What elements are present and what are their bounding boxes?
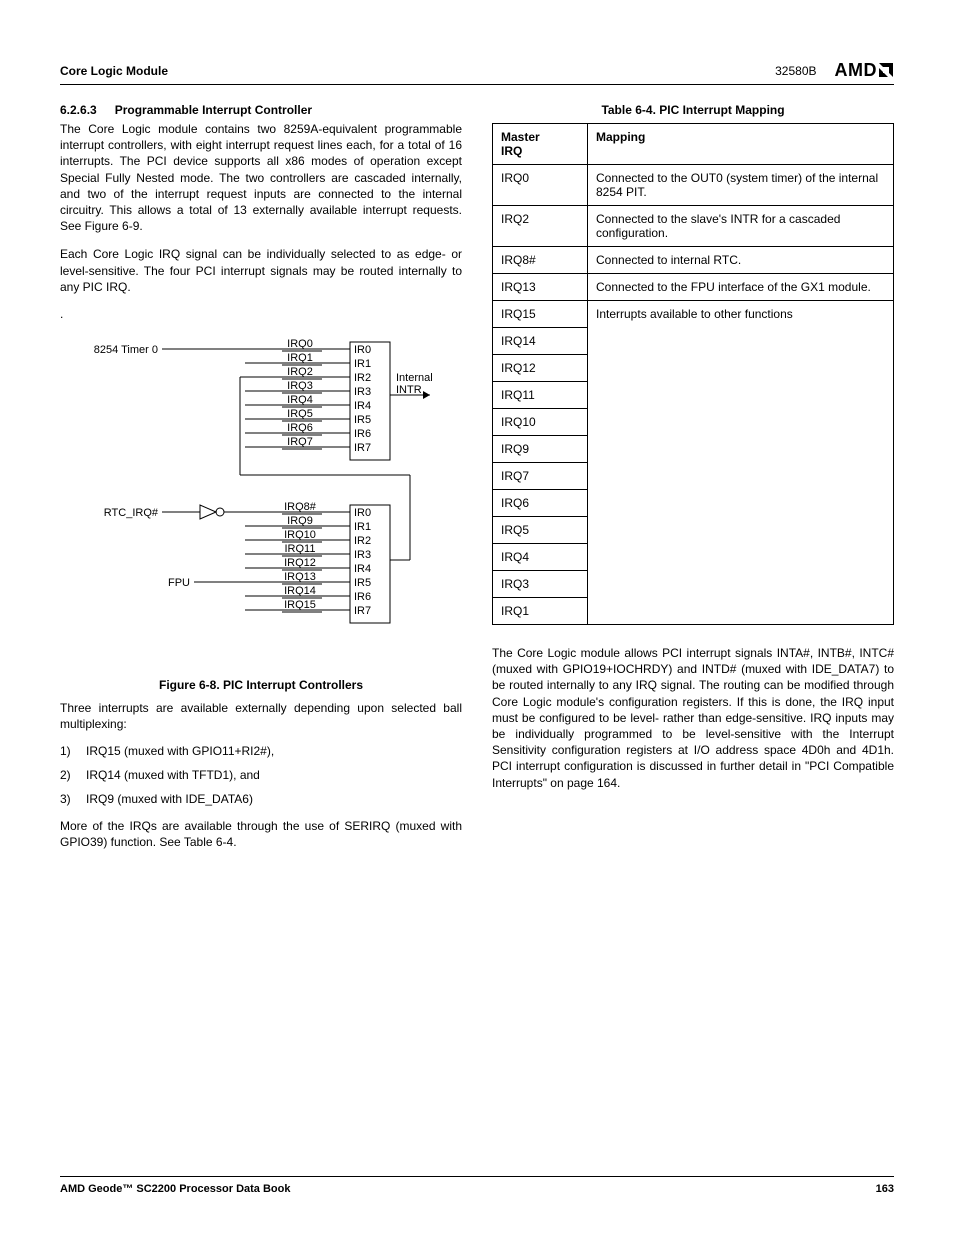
footer-page-number: 163 <box>876 1183 894 1195</box>
footer-book-title: AMD Geode™ SC2200 Processor Data Book <box>60 1183 290 1195</box>
list-item: 2)IRQ14 (muxed with TFTD1), and <box>60 768 462 782</box>
svg-text:IR1: IR1 <box>354 521 371 533</box>
table-cell-mapping: Interrupts available to other functions <box>588 301 894 625</box>
svg-text:IR2: IR2 <box>354 372 371 384</box>
svg-text:IR4: IR4 <box>354 563 371 575</box>
table-cell-irq: IRQ2 <box>493 206 588 247</box>
svg-text:IRQ12: IRQ12 <box>284 557 316 569</box>
pic-controllers-diagram: 8254 Timer 0 <box>60 335 440 655</box>
list-item: 1)IRQ15 (muxed with GPIO11+RI2#), <box>60 744 462 758</box>
table-caption: Table 6-4. PIC Interrupt Mapping <box>492 103 894 117</box>
table-cell-irq: IRQ10 <box>493 409 588 436</box>
table-header: Mapping <box>588 124 894 165</box>
table-cell-irq: IRQ13 <box>493 274 588 301</box>
figure-caption: Figure 6-8. PIC Interrupt Controllers <box>60 678 462 692</box>
section-number: 6.2.6.3 <box>60 103 97 117</box>
page-header: Core Logic Module 32580B AMD <box>60 60 894 85</box>
table-cell-mapping: Connected to the slave's INTR for a casc… <box>588 206 894 247</box>
svg-text:IRQ6: IRQ6 <box>287 422 313 434</box>
table-cell-mapping: Connected to the FPU interface of the GX… <box>588 274 894 301</box>
svg-text:IR3: IR3 <box>354 386 371 398</box>
svg-text:IRQ5: IRQ5 <box>287 408 313 420</box>
table-cell-irq: IRQ0 <box>493 165 588 206</box>
svg-text:IR4: IR4 <box>354 400 371 412</box>
table-cell-irq: IRQ12 <box>493 355 588 382</box>
svg-text:INTR: INTR <box>396 384 422 396</box>
svg-text:IRQ4: IRQ4 <box>287 394 313 406</box>
header-doc-number: 32580B <box>775 64 816 78</box>
paragraph: The Core Logic module allows PCI interru… <box>492 645 894 791</box>
amd-logo: AMD <box>835 60 895 81</box>
svg-text:IRQ3: IRQ3 <box>287 380 313 392</box>
svg-text:IR0: IR0 <box>354 344 371 356</box>
page-footer: AMD Geode™ SC2200 Processor Data Book 16… <box>60 1176 894 1195</box>
svg-text:IRQ10: IRQ10 <box>284 529 316 541</box>
paragraph: Three interrupts are available externall… <box>60 700 462 732</box>
paragraph: More of the IRQs are available through t… <box>60 818 462 850</box>
svg-text:IRQ1: IRQ1 <box>287 352 313 364</box>
header-section-title: Core Logic Module <box>60 64 168 78</box>
list-item: 3)IRQ9 (muxed with IDE_DATA6) <box>60 792 462 806</box>
paragraph: The Core Logic module contains two 8259A… <box>60 121 462 234</box>
table-cell-mapping: Connected to internal RTC. <box>588 247 894 274</box>
svg-text:8254 Timer 0: 8254 Timer 0 <box>94 344 158 356</box>
svg-text:IR7: IR7 <box>354 442 371 454</box>
table-cell-irq: IRQ6 <box>493 490 588 517</box>
svg-text:IR6: IR6 <box>354 591 371 603</box>
table-cell-irq: IRQ14 <box>493 328 588 355</box>
table-header: MasterIRQ <box>493 124 588 165</box>
svg-text:IR5: IR5 <box>354 414 371 426</box>
table-cell-irq: IRQ9 <box>493 436 588 463</box>
svg-text:IRQ13: IRQ13 <box>284 571 316 583</box>
table-cell-irq: IRQ7 <box>493 463 588 490</box>
table-cell-mapping: Connected to the OUT0 (system timer) of … <box>588 165 894 206</box>
table-cell-irq: IRQ3 <box>493 571 588 598</box>
table-cell-irq: IRQ11 <box>493 382 588 409</box>
svg-text:IRQ9: IRQ9 <box>287 515 313 527</box>
svg-text:IRQ15: IRQ15 <box>284 599 316 611</box>
section-title-text: Programmable Interrupt Controller <box>115 103 312 117</box>
svg-text:IRQ0: IRQ0 <box>287 338 313 350</box>
table-cell-irq: IRQ15 <box>493 301 588 328</box>
svg-text:FPU: FPU <box>168 577 190 589</box>
svg-text:RTC_IRQ#: RTC_IRQ# <box>104 507 159 519</box>
paragraph: Each Core Logic IRQ signal can be indivi… <box>60 246 462 295</box>
svg-text:IRQ14: IRQ14 <box>284 585 316 597</box>
table-cell-irq: IRQ1 <box>493 598 588 625</box>
svg-text:Internal: Internal <box>396 372 433 384</box>
numbered-list: 1)IRQ15 (muxed with GPIO11+RI2#), 2)IRQ1… <box>60 744 462 806</box>
table-cell-irq: IRQ4 <box>493 544 588 571</box>
svg-text:IR1: IR1 <box>354 358 371 370</box>
table-cell-irq: IRQ8# <box>493 247 588 274</box>
table-cell-irq: IRQ5 <box>493 517 588 544</box>
pic-mapping-table: MasterIRQ Mapping IRQ0Connected to the O… <box>492 123 894 625</box>
svg-text:IR3: IR3 <box>354 549 371 561</box>
svg-text:IR6: IR6 <box>354 428 371 440</box>
paragraph: . <box>60 307 462 321</box>
svg-text:IR7: IR7 <box>354 605 371 617</box>
section-heading: 6.2.6.3 Programmable Interrupt Controller <box>60 103 462 117</box>
svg-text:IR0: IR0 <box>354 507 371 519</box>
svg-text:IRQ2: IRQ2 <box>287 366 313 378</box>
svg-text:IR5: IR5 <box>354 577 371 589</box>
svg-text:IRQ8#: IRQ8# <box>284 501 317 513</box>
svg-text:IR2: IR2 <box>354 535 371 547</box>
svg-text:IRQ11: IRQ11 <box>285 543 316 555</box>
svg-text:IRQ7: IRQ7 <box>287 436 313 448</box>
